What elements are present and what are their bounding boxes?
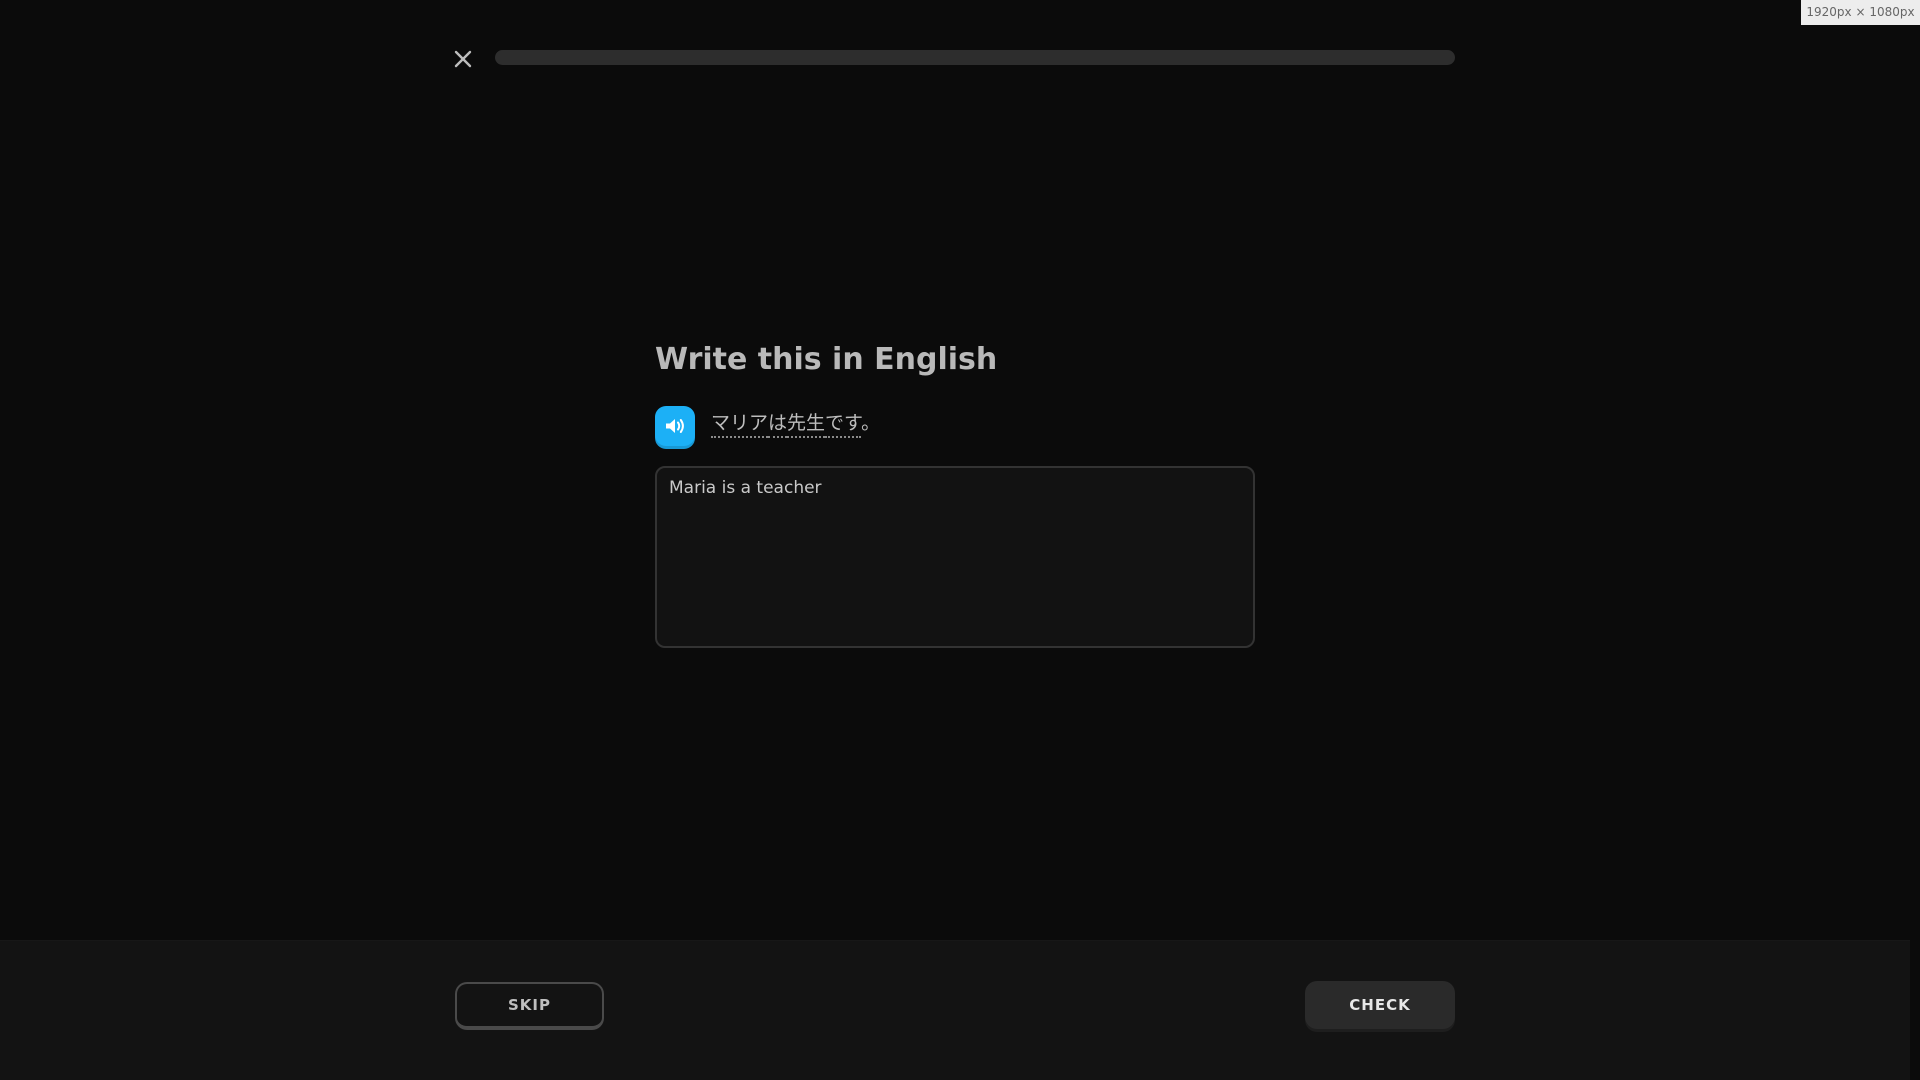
sentence-word[interactable]: です xyxy=(825,412,862,438)
answer-input[interactable]: Maria is a teacher xyxy=(669,478,1241,636)
sentence-word[interactable]: 先生 xyxy=(787,412,826,438)
close-icon[interactable] xyxy=(451,47,475,71)
source-sentence: マリアは先生です。 xyxy=(711,408,881,438)
lesson-progress-bar xyxy=(495,50,1455,65)
footer-bar xyxy=(0,940,1910,1080)
skip-button[interactable]: SKIP xyxy=(455,982,604,1030)
dimensions-badge: 1920px × 1080px xyxy=(1801,0,1920,25)
lesson-screen: 1920px × 1080px Write this in English マリ… xyxy=(0,0,1920,1080)
challenge-title: Write this in English xyxy=(655,342,998,377)
sentence-word[interactable]: マリア xyxy=(711,412,769,438)
play-audio-button[interactable] xyxy=(655,406,695,446)
answer-box: Maria is a teacher xyxy=(655,466,1255,648)
sentence-word[interactable]: は xyxy=(768,412,788,438)
check-button[interactable]: CHECK xyxy=(1305,981,1455,1029)
speaker-icon xyxy=(666,419,684,433)
sentence-punctuation: 。 xyxy=(861,412,881,434)
